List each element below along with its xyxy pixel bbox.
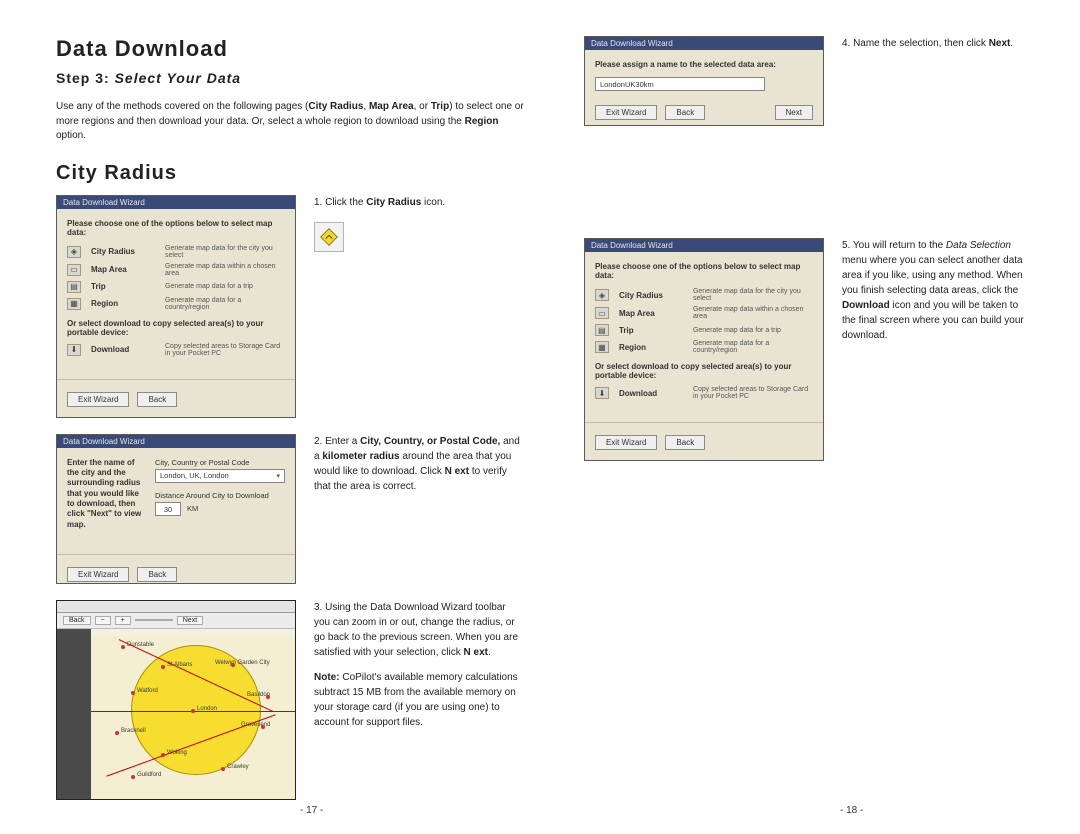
- option-map-area[interactable]: ▭Map AreaGenerate map data within a chos…: [67, 263, 285, 277]
- step3-caption: 3. Using the Data Download Wizard toolba…: [314, 600, 524, 740]
- map-next-button[interactable]: Next: [177, 616, 203, 625]
- window-title: Data Download Wizard: [585, 239, 823, 252]
- city-entry-panel: Data Download Wizard Enter the name of t…: [56, 434, 296, 584]
- map-area-icon: ▭: [595, 307, 609, 319]
- wizard-instruction: Please choose one of the options below t…: [67, 219, 285, 237]
- step5-caption: 5. You will return to the Data Selection…: [842, 238, 1032, 343]
- page-17: Data Download Step 3: Select Your Data U…: [56, 36, 524, 816]
- city-entry-instruction: Enter the name of the city and the surro…: [67, 458, 145, 531]
- download-icon: ⬇: [595, 387, 609, 399]
- next-button[interactable]: Next: [775, 105, 813, 120]
- back-button[interactable]: Back: [137, 392, 177, 407]
- option-region[interactable]: ▦RegionGenerate map data for a country/r…: [595, 340, 813, 354]
- window-title: Data Download Wizard: [585, 37, 823, 50]
- trip-icon: ▤: [67, 281, 81, 293]
- map-preview-panel: Back − + Next Dunstable St Albans Welwyn…: [56, 600, 296, 800]
- map-area-icon: ▭: [67, 264, 81, 276]
- option-region[interactable]: ▦RegionGenerate map data for a country/r…: [67, 297, 285, 311]
- step2-caption: 2. Enter a City, Country, or Postal Code…: [314, 434, 524, 494]
- option-trip[interactable]: ▤TripGenerate map data for a trip: [595, 324, 813, 336]
- map-back-button[interactable]: Back: [63, 616, 91, 625]
- option-map-area[interactable]: ▭Map AreaGenerate map data within a chos…: [595, 306, 813, 320]
- window-title: Data Download Wizard: [57, 435, 295, 448]
- map-radius-field[interactable]: [135, 619, 173, 621]
- page-number-left: - 17 -: [300, 805, 323, 816]
- distance-label: Distance Around City to Download: [155, 491, 285, 500]
- wizard-options-panel-2: Data Download Wizard Please choose one o…: [584, 238, 824, 461]
- or-select-line: Or select download to copy selected area…: [595, 362, 813, 380]
- map-zoom-in[interactable]: +: [115, 616, 131, 625]
- step4-caption: 4. Name the selection, then click Next.: [842, 36, 1032, 51]
- dropdown-icon: ▾: [276, 472, 280, 480]
- option-city-radius[interactable]: ◈City RadiusGenerate map data for the ci…: [67, 245, 285, 259]
- exit-wizard-button[interactable]: Exit Wizard: [67, 392, 129, 407]
- page-title: Data Download: [56, 36, 524, 62]
- wizard-instruction: Please choose one of the options below t…: [595, 262, 813, 280]
- trip-icon: ▤: [595, 324, 609, 336]
- city-radius-large-icon: [314, 222, 344, 252]
- option-download[interactable]: ⬇DownloadCopy selected areas to Storage …: [595, 386, 813, 400]
- exit-wizard-button[interactable]: Exit Wizard: [595, 435, 657, 450]
- selection-name-input[interactable]: LondonUK30km: [595, 77, 765, 91]
- step-label: Step 3:: [56, 70, 110, 86]
- region-icon: ▦: [67, 298, 81, 310]
- wizard-options-panel: Data Download Wizard Please choose one o…: [56, 195, 296, 418]
- region-icon: ▦: [595, 341, 609, 353]
- step-heading: Step 3: Select Your Data: [56, 70, 524, 86]
- city-radius-icon: ◈: [67, 246, 81, 258]
- step-title: Select Your Data: [115, 70, 242, 86]
- city-field-label: City, Country or Postal Code: [155, 458, 285, 467]
- intro-text: Use any of the methods covered on the fo…: [56, 100, 524, 144]
- page-18: Data Download Wizard Please assign a nam…: [584, 36, 1032, 816]
- exit-wizard-button[interactable]: Exit Wizard: [67, 567, 129, 582]
- back-button[interactable]: Back: [137, 567, 177, 582]
- back-button[interactable]: Back: [665, 435, 705, 450]
- option-download[interactable]: ⬇DownloadCopy selected areas to Storage …: [67, 343, 285, 357]
- city-input[interactable]: London, UK, London▾: [155, 469, 285, 483]
- or-select-line: Or select download to copy selected area…: [67, 319, 285, 337]
- name-instruction: Please assign a name to the selected dat…: [595, 60, 813, 69]
- map-zoom-out[interactable]: −: [95, 616, 111, 625]
- km-unit: KM: [187, 504, 198, 513]
- city-radius-icon: ◈: [595, 289, 609, 301]
- option-city-radius[interactable]: ◈City RadiusGenerate map data for the ci…: [595, 288, 813, 302]
- section-title: City Radius: [56, 162, 524, 185]
- window-title: Data Download Wizard: [57, 196, 295, 209]
- name-selection-panel: Data Download Wizard Please assign a nam…: [584, 36, 824, 126]
- option-trip[interactable]: ▤TripGenerate map data for a trip: [67, 281, 285, 293]
- download-icon: ⬇: [67, 344, 81, 356]
- back-button[interactable]: Back: [665, 105, 705, 120]
- exit-wizard-button[interactable]: Exit Wizard: [595, 105, 657, 120]
- page-number-right: - 18 -: [840, 805, 863, 816]
- step1-caption: 1. Click the City Radius icon.: [314, 195, 445, 210]
- km-input[interactable]: 30: [155, 502, 181, 516]
